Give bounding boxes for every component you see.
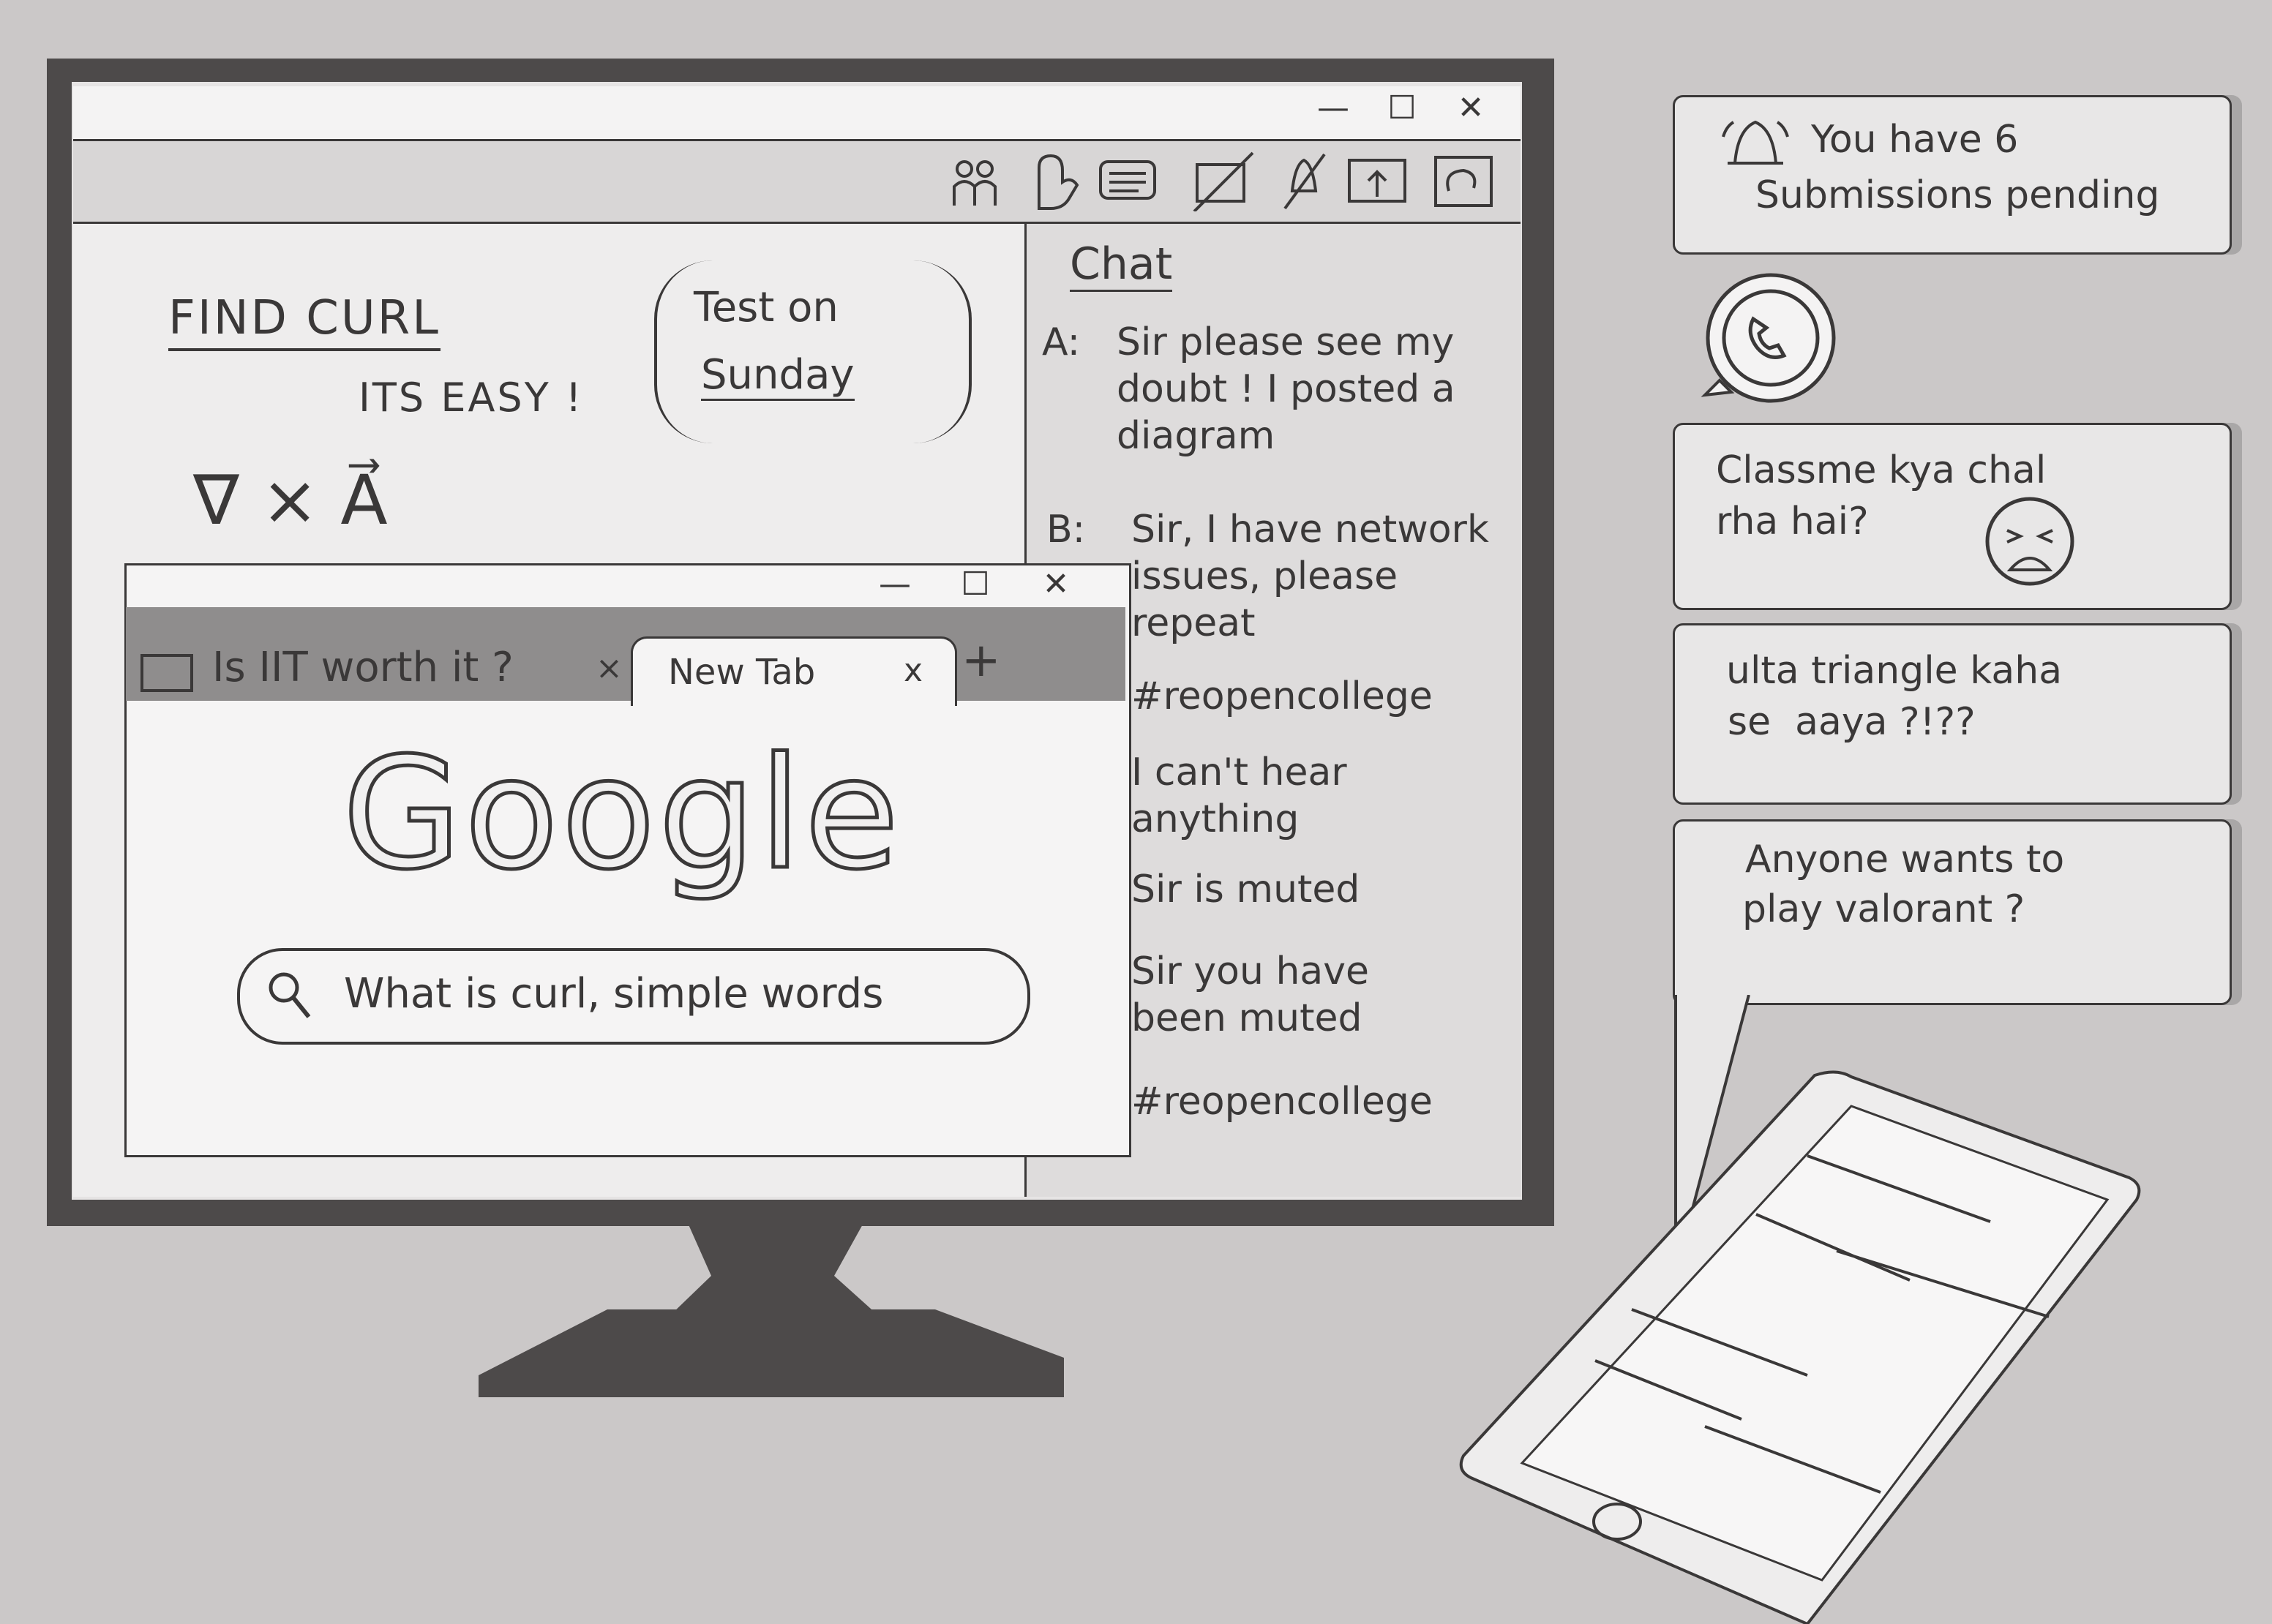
whiteboard-heading: FIND CURL xyxy=(168,291,440,351)
notification-text-line1: You have 6 xyxy=(1811,118,2019,162)
notification-card[interactable]: You have 6 Submissions pending xyxy=(1673,95,2232,255)
tab-label: New Tab xyxy=(668,652,816,693)
browser-minimize-button[interactable]: — xyxy=(873,563,917,606)
maximize-button[interactable]: ☐ xyxy=(1380,86,1424,130)
search-query: What is curl, simple words xyxy=(344,970,884,1018)
chat-message: I can't hear anything xyxy=(1131,751,1347,841)
notification-text-line1: Anyone wants to xyxy=(1745,838,2065,881)
google-logo: Google xyxy=(341,723,902,906)
new-tab-button[interactable]: + xyxy=(961,634,1001,688)
curl-expression: ∇ × A⃗ xyxy=(193,461,388,541)
chat-message: Sir you have been muted xyxy=(1131,950,1370,1040)
chat-text: Sir, I have network issues, please repea… xyxy=(1131,508,1490,645)
share-screen-icon[interactable] xyxy=(1346,150,1408,211)
minimize-button[interactable]: — xyxy=(1311,86,1355,130)
notification-text-line2: rha hai? xyxy=(1716,500,1869,544)
notification-card[interactable]: ulta triangle kaha se aaya ?!?? xyxy=(1673,623,2232,805)
video-off-icon[interactable] xyxy=(1193,150,1254,211)
notification-text-line1: ulta triangle kaha xyxy=(1726,649,2063,693)
browser-maximize-button[interactable]: ☐ xyxy=(953,563,997,606)
notification-text-line2: play valorant ? xyxy=(1742,887,2025,931)
tab-close-icon[interactable]: x xyxy=(904,652,923,689)
notification-card[interactable]: Anyone wants to play valorant ? xyxy=(1673,819,2232,1005)
mic-off-icon[interactable] xyxy=(1273,150,1335,211)
whiteboard-icon[interactable] xyxy=(1433,150,1494,211)
meeting-titlebar: — ☐ ✕ xyxy=(73,86,1521,141)
notification-text-line1: Classme kya chal xyxy=(1716,448,2047,492)
test-announcement-line2: Sunday xyxy=(701,351,855,401)
tab-label: Is IIT worth it ? xyxy=(212,644,514,691)
chat-sender: A: xyxy=(1042,320,1081,364)
tab-iit-worth-it[interactable]: Is IIT worth it ? × xyxy=(132,642,629,701)
tab-new-tab[interactable]: New Tab x xyxy=(631,636,957,706)
chat-message: #reopencollege xyxy=(1131,674,1433,718)
notification-text-line2: Submissions pending xyxy=(1755,173,2160,217)
search-icon xyxy=(269,972,311,1018)
tab-page-icon xyxy=(140,654,193,692)
chat-title: Chat xyxy=(1070,238,1173,292)
test-announcement-line1: Test on xyxy=(694,284,839,331)
chat-icon[interactable] xyxy=(1098,150,1159,211)
chat-text: Sir please see my doubt ! I posted a dia… xyxy=(1117,320,1455,458)
bell-icon xyxy=(1722,120,1789,165)
chat-message: Sir is muted xyxy=(1131,868,1360,911)
close-button[interactable]: ✕ xyxy=(1449,86,1493,130)
whatsapp-icon[interactable] xyxy=(1690,271,1844,414)
tab-close-icon[interactable]: × xyxy=(596,650,623,687)
notification-card[interactable]: Classme kya chal rha hai? xyxy=(1673,423,2232,610)
monitor-base xyxy=(479,1309,1064,1397)
smartphone xyxy=(1459,1070,2141,1624)
crying-face-icon xyxy=(1985,497,2074,586)
chat-sender: B: xyxy=(1046,508,1086,552)
bracket-right xyxy=(910,260,972,443)
hand-raise-icon[interactable] xyxy=(1024,150,1086,211)
notification-text-line2: se aaya ?!?? xyxy=(1728,700,1976,744)
browser-close-button[interactable]: ✕ xyxy=(1034,563,1078,606)
participants-icon[interactable] xyxy=(944,150,1005,211)
whiteboard-note: ITS EASY ! xyxy=(359,375,584,421)
